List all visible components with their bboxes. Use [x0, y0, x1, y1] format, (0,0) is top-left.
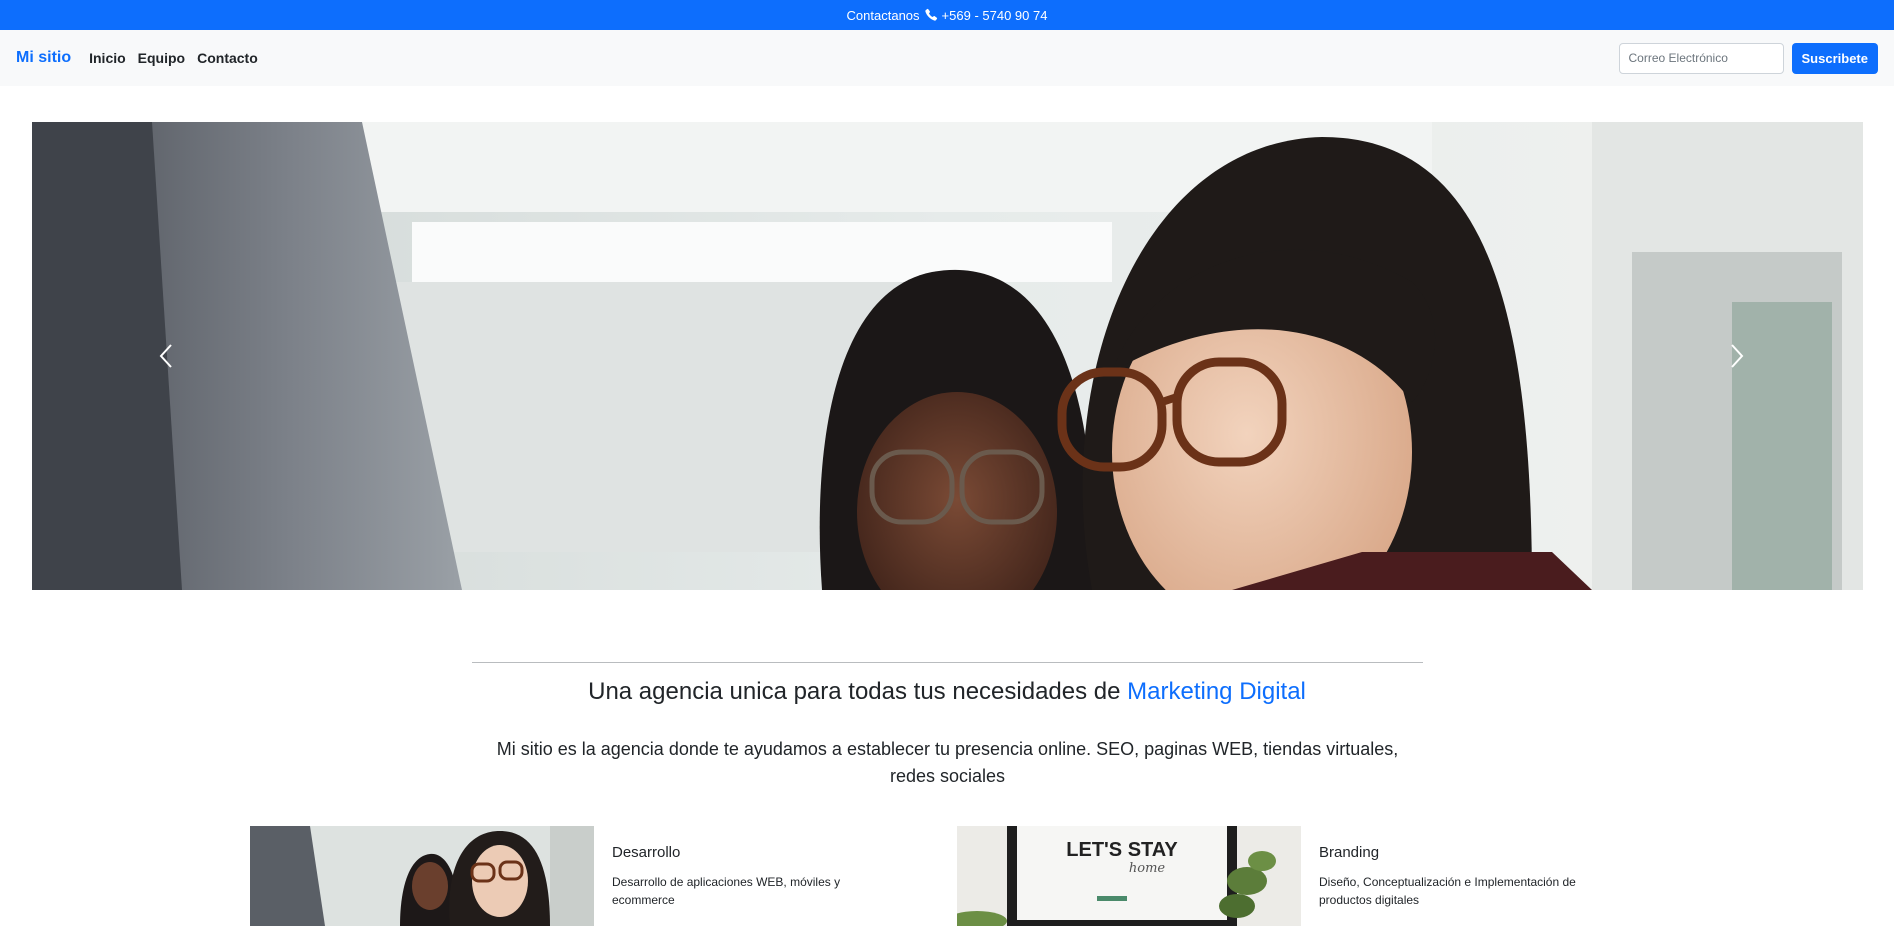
- navbar: Mi sitio Inicio Equipo Contacto Suscribe…: [0, 30, 1894, 86]
- service-title: Branding: [1319, 844, 1380, 861]
- service-title: Desarrollo: [612, 844, 681, 861]
- intro-lead: Mi sitio es la agencia donde te ayudamos…: [496, 739, 1399, 786]
- nav-link-equipo[interactable]: Equipo: [138, 50, 185, 66]
- branding-image-subtext: home: [1129, 861, 1166, 876]
- brand-logo[interactable]: Mi sitio: [16, 49, 71, 67]
- service-card-desarrollo: Desarrollo Desarrollo de aplicaciones WE…: [250, 826, 894, 926]
- intro-headline: Una agencia unica para todas tus necesid…: [0, 678, 1894, 706]
- contact-label: Contactanos: [846, 7, 920, 23]
- chevron-left-icon: [159, 344, 172, 368]
- chevron-right-icon: [1731, 344, 1744, 368]
- nav-link-inicio[interactable]: Inicio: [89, 50, 126, 66]
- phone-icon: [924, 8, 938, 22]
- hero-image: [32, 122, 1863, 590]
- headline-prefix: Una agencia unica para todas tus necesid…: [588, 678, 1121, 705]
- service-description: Diseño, Conceptualización e Implementaci…: [1319, 875, 1576, 907]
- section-divider: [472, 662, 1423, 663]
- service-image-desarrollo: [250, 826, 594, 926]
- subscribe-button[interactable]: Suscribete: [1791, 42, 1878, 74]
- carousel-next-button[interactable]: [1635, 122, 1835, 590]
- headline-accent: Marketing Digital: [1127, 678, 1306, 705]
- service-card-branding: LET'S STAY home Branding Diseño, Concept…: [957, 826, 1601, 926]
- email-field[interactable]: [1618, 42, 1784, 74]
- contact-phone[interactable]: +569 - 5740 90 74: [942, 8, 1048, 23]
- service-image-branding: LET'S STAY home: [957, 826, 1301, 926]
- subscribe-form: Suscribete: [1618, 42, 1878, 74]
- carousel-prev-button[interactable]: [68, 122, 268, 590]
- contact-bar: Contactanos +569 - 5740 90 74: [0, 0, 1894, 30]
- service-description: Desarrollo de aplicaciones WEB, móviles …: [612, 875, 841, 907]
- branding-image-text: LET'S STAY: [1066, 839, 1178, 861]
- hero-carousel[interactable]: [32, 122, 1863, 590]
- nav-link-contacto[interactable]: Contacto: [197, 50, 258, 66]
